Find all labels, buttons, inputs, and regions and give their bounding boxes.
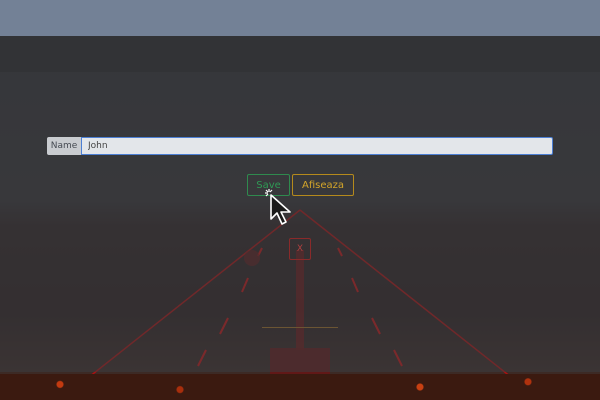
name-input[interactable] <box>81 137 553 155</box>
mouse-cursor-icon <box>265 189 291 225</box>
name-input-group: Name <box>47 137 553 155</box>
top-bar <box>0 0 600 36</box>
name-label: Name <box>47 137 81 155</box>
background-line <box>262 327 338 328</box>
close-button[interactable]: X <box>289 238 311 260</box>
lava-ground <box>0 374 600 400</box>
